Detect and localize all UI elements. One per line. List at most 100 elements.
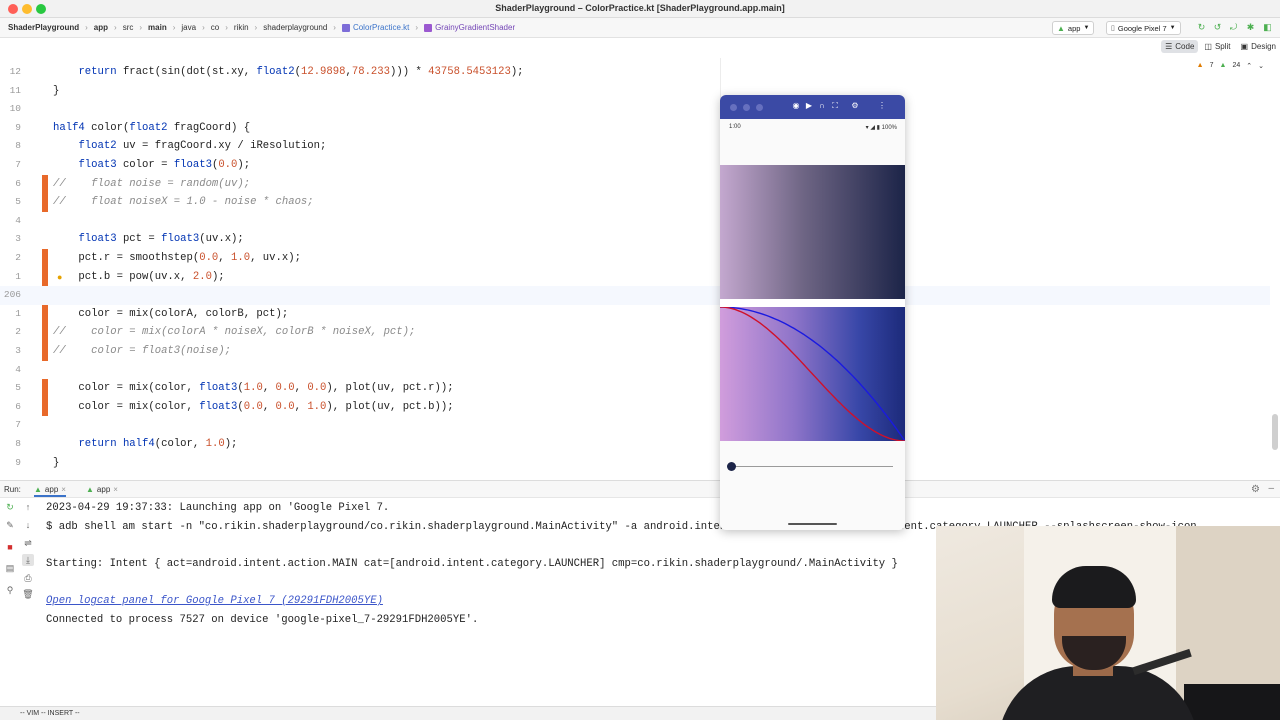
device-select[interactable]: ▯ Google Pixel 7 ▼ [1106,21,1181,35]
code-line[interactable]: // float noiseX = 1.0 - noise * chaos; [53,193,314,212]
breadcrumb-file-label: ColorPractice.kt [352,23,410,32]
line-number[interactable]: 7 [0,156,48,175]
breadcrumb-class[interactable]: GrainyGradientShader [424,23,515,32]
apply-code-changes-icon[interactable]: ⤾ [1228,22,1239,33]
code-line[interactable]: float2 uv = fragCoord.xy / iResolution; [53,137,326,156]
view-mode-code[interactable]: ☰ Code [1161,40,1199,53]
chevron-right-icon: › [415,23,419,32]
line-number[interactable]: 1 [0,305,48,324]
minimize-icon[interactable]: – [1268,483,1274,494]
pin-icon[interactable]: ⚲ [4,584,16,596]
wrench-icon[interactable]: ✎ [4,519,16,531]
line-number[interactable]: 9 [0,119,48,138]
run-configuration-select[interactable]: ▲ app ▼ [1052,21,1095,35]
line-number[interactable]: 10 [0,100,48,119]
view-mode-split-label: Split [1214,42,1231,51]
line-number[interactable]: 8 [0,137,48,156]
gear-icon[interactable]: ⚙ [1251,484,1260,495]
logcat-link[interactable]: Open logcat panel for Google Pixel 7 (29… [46,592,383,610]
soft-wrap-icon[interactable]: ⇌ [22,537,34,549]
breadcrumb-package[interactable]: shaderplayground [263,23,327,32]
chevron-down-icon: ▼ [1169,25,1176,31]
run-tab-app-1[interactable]: ▲ app × [34,485,66,497]
close-tab-icon[interactable]: × [113,485,118,494]
more-icon[interactable]: ⋮ [877,101,887,111]
running-device-window[interactable]: ◉ ▶ ∩ ⛶ ⚙ ⋮ 1:00 ▾ ◢ ▮ 100% [720,95,905,530]
trash-icon[interactable]: 🗑 [22,588,34,600]
headphones-icon[interactable]: ∩ [817,101,827,111]
line-number[interactable]: 11 [0,82,48,101]
line-number[interactable]: 5 [0,193,48,212]
video-record-icon[interactable]: ▶ [804,101,814,111]
breadcrumb-project[interactable]: ShaderPlayground [8,23,79,32]
breadcrumb-co[interactable]: co [211,23,219,32]
code-line[interactable]: // float noise = random(uv); [53,175,250,194]
fullscreen-icon[interactable]: ⛶ [830,101,840,111]
breadcrumb-src[interactable]: src [123,23,134,32]
scroll-to-end-icon[interactable]: ⤓ [22,554,34,566]
code-editor[interactable]: ☰ Code ◫ Split ▣ Design ▲ 7 ▲ 24 ⌃ ⌄ 12 … [0,38,1280,480]
code-line[interactable]: float3 color = float3(0.0); [53,156,250,175]
attach-debugger-icon[interactable]: ◧ [1262,22,1273,33]
gesture-home-bar[interactable] [788,523,837,525]
line-number[interactable]: 206 [0,286,48,305]
close-tab-icon[interactable]: × [61,485,66,494]
stop-icon[interactable]: ■ [4,541,16,553]
phone-clock: 1:00 [729,124,741,130]
line-number[interactable]: 3 [0,230,48,249]
rerun-icon[interactable]: ↻ [4,501,16,513]
layout-icon[interactable]: ▤ [4,562,16,574]
line-number[interactable]: 2 [0,323,48,342]
code-line[interactable]: color = mix(color, float3(0.0, 0.0, 1.0)… [53,398,453,417]
breadcrumb-rikin[interactable]: rikin [234,23,249,32]
line-number[interactable]: 9 [0,454,48,473]
chaos-slider-track[interactable] [732,466,893,467]
code-line[interactable]: float3 pct = float3(uv.x); [53,230,243,249]
rerun-icon[interactable]: ↻ [1196,22,1207,33]
editor-scrollbar[interactable] [1272,414,1278,450]
camera-icon[interactable]: ◉ [791,101,801,111]
code-line[interactable]: // color = float3(noise); [53,342,231,361]
line-number[interactable]: 6 [0,175,48,194]
code-line[interactable]: // color = mix(colorA * noiseX, colorB *… [53,323,415,342]
line-number[interactable]: 8 [0,435,48,454]
view-mode-split[interactable]: ◫ Split [1200,40,1234,53]
breadcrumb-module[interactable]: app [94,23,108,32]
code-line[interactable]: } [53,454,59,473]
code-line[interactable]: half4 color(float2 fragCoord) { [53,119,250,138]
print-icon[interactable]: ⎙ [22,572,34,584]
line-number[interactable]: 3 [0,342,48,361]
line-number[interactable]: 1 [0,268,48,287]
line-number[interactable]: 12 [0,63,48,82]
line-number[interactable]: 4 [0,361,48,380]
chaos-slider-thumb[interactable] [727,462,736,471]
code-line[interactable]: } [53,82,59,101]
apply-changes-icon[interactable]: ↺ [1212,22,1223,33]
chevron-right-icon: › [254,23,258,32]
run-tab-app-2[interactable]: ▲ app × [86,485,118,494]
code-line[interactable]: return half4(color, 1.0); [53,435,237,454]
line-number[interactable]: 7 [0,416,48,435]
line-number[interactable]: 4 [0,212,48,231]
debug-icon[interactable]: ✱ [1245,22,1256,33]
console-line: Connected to process 7527 on device 'goo… [46,613,479,626]
breadcrumb-java[interactable]: java [181,23,196,32]
code-line[interactable]: return fract(sin(dot(st.xy, float2(12.98… [53,63,523,82]
signal-icon: ◢ [870,125,875,131]
arrow-up-icon[interactable]: ↑ [22,501,34,513]
arrow-down-icon[interactable]: ↓ [22,519,34,531]
line-number[interactable]: 2 [0,249,48,268]
view-mode-design[interactable]: ▣ Design [1237,40,1280,53]
shader-gradient-preview [720,165,905,299]
code-line[interactable]: pct.b = pow(uv.x, 2.0); [53,268,224,287]
lightbulb-icon[interactable]: ● [57,272,66,282]
code-line[interactable]: color = mix(color, float3(1.0, 0.0, 0.0)… [53,379,453,398]
breadcrumb-file[interactable]: ColorPractice.kt [341,23,410,32]
code-line[interactable]: color = mix(colorA, colorB, pct); [53,305,288,324]
code-line[interactable]: pct.r = smoothstep(0.0, 1.0, uv.x); [53,249,301,268]
line-number[interactable]: 5 [0,379,48,398]
gear-icon[interactable]: ⚙ [850,101,860,111]
breadcrumb-main[interactable]: main [148,23,167,32]
inspection-widget[interactable]: ▲ 7 ▲ 24 ⌃ ⌄ [1197,62,1264,70]
line-number[interactable]: 6 [0,398,48,417]
